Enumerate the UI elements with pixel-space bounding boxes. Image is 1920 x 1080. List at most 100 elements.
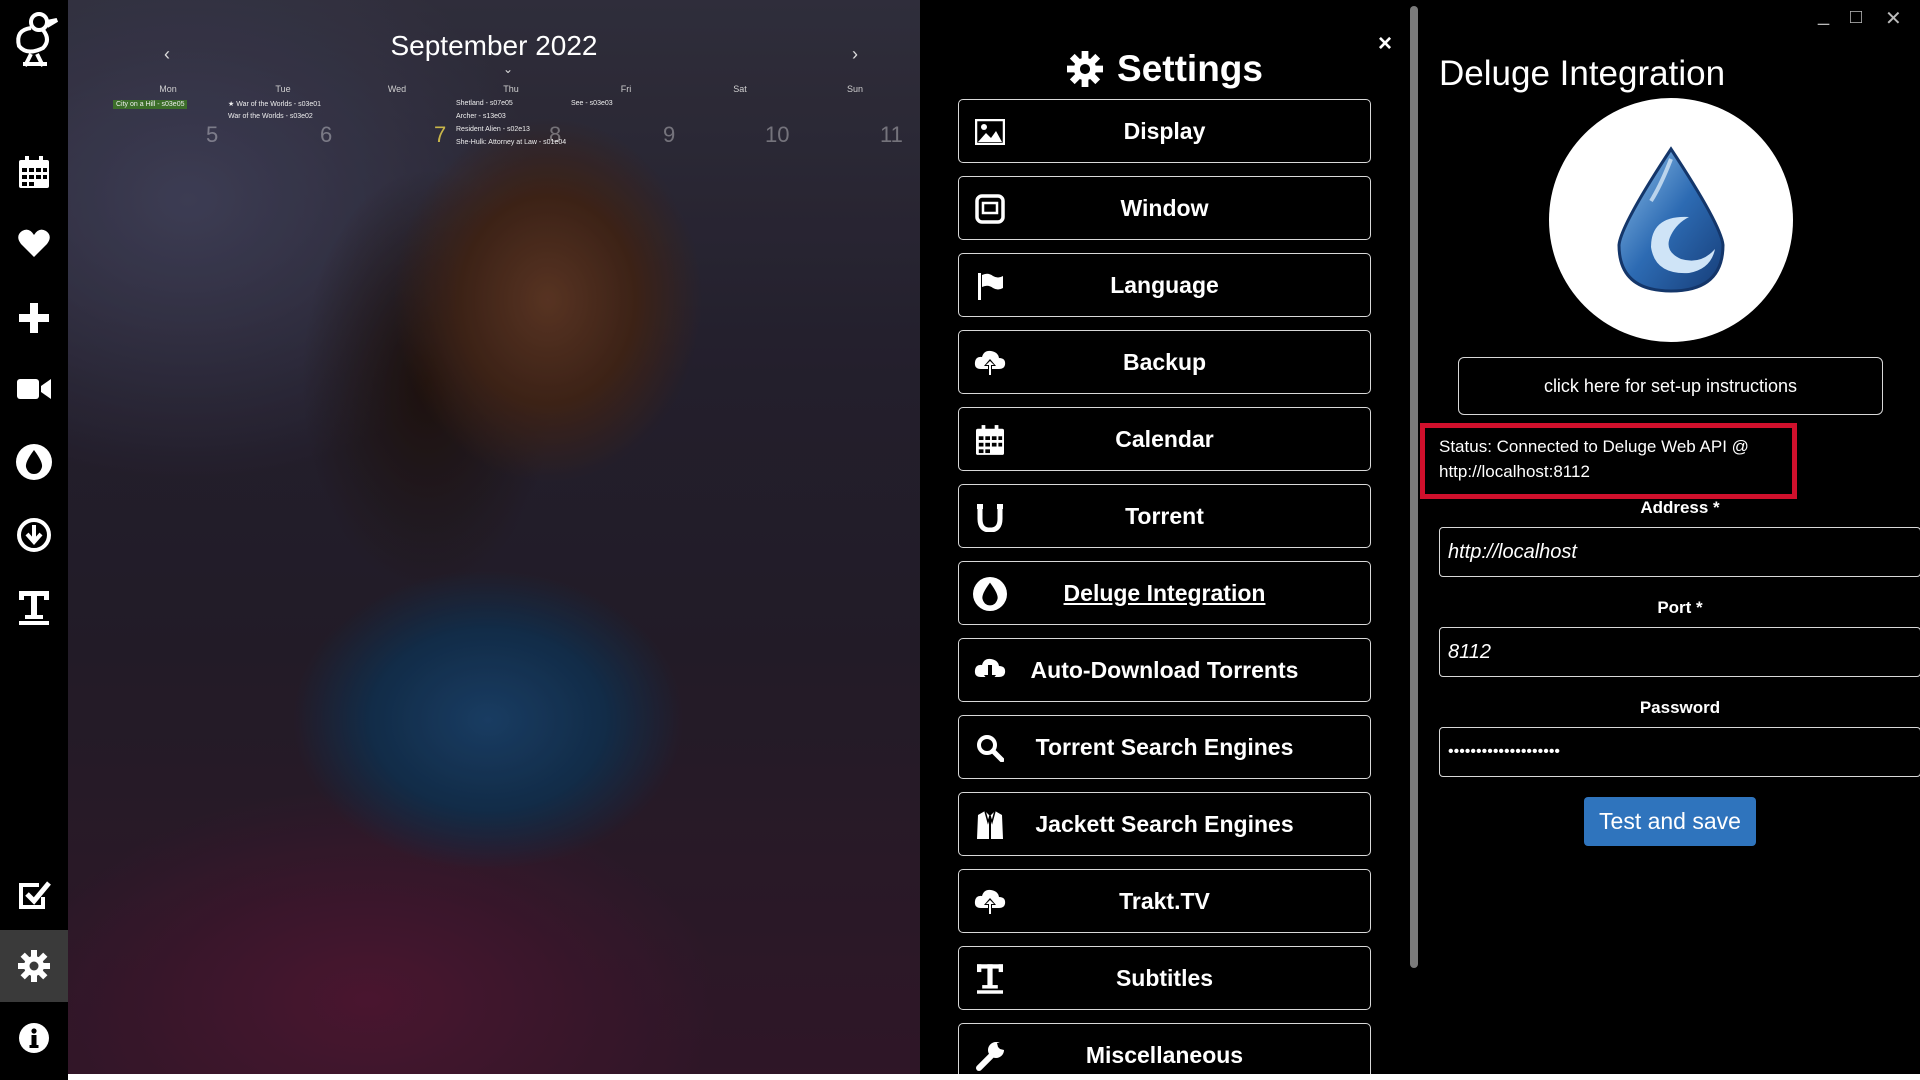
background-photo — [68, 0, 920, 1080]
weekday-label: Thu — [503, 84, 519, 94]
settings-item-label: Calendar — [1115, 425, 1214, 452]
settings-item-subtitles[interactable]: Subtitles — [958, 946, 1371, 1010]
sidebar-item-watchlist[interactable] — [0, 859, 68, 931]
sidebar-item-settings[interactable] — [0, 930, 68, 1002]
download-icon — [17, 518, 51, 552]
settings-item-trakt[interactable]: Trakt.TV — [958, 869, 1371, 933]
calendar-date: 10 — [765, 122, 790, 147]
settings-item-miscellaneous[interactable]: Miscellaneous — [958, 1023, 1371, 1080]
calendar-date: 11 — [880, 122, 903, 147]
calendar-next-button[interactable]: › — [852, 44, 858, 65]
settings-item-deluge-integration[interactable]: Deluge Integration — [958, 561, 1371, 625]
calendar-event[interactable]: City on a Hill - s03e05 — [113, 100, 188, 109]
test-and-save-button[interactable]: Test and save — [1584, 797, 1756, 846]
settings-item-backup[interactable]: Backup — [958, 330, 1371, 394]
sidebar-item-subtitles[interactable] — [0, 572, 68, 644]
weekday-label: Fri — [620, 84, 632, 94]
sidebar-item-downloads[interactable] — [0, 499, 68, 571]
app-logo[interactable] — [0, 2, 68, 74]
settings-item-label: Jackett Search Engines — [1035, 810, 1294, 837]
sidebar-item-about[interactable] — [0, 1002, 68, 1074]
calendar-event[interactable]: See - s03e03 — [571, 100, 613, 107]
weekday-label: Mon — [159, 84, 177, 94]
settings-item-torrent[interactable]: Torrent — [958, 484, 1371, 548]
left-sidebar — [0, 0, 68, 1080]
wrench-icon — [973, 1039, 1007, 1073]
window-icon — [973, 192, 1007, 226]
deluge-integration-panel: _ □ ✕ Deluge Integration click here for … — [1420, 0, 1920, 1080]
text-icon — [19, 591, 49, 625]
cloud-upload-icon — [973, 885, 1007, 919]
calendar-event[interactable]: War of the Worlds - s03e02 — [228, 113, 313, 120]
weekday-label: Tue — [275, 84, 291, 94]
settings-item-jackett-search[interactable]: Jackett Search Engines — [958, 792, 1371, 856]
settings-scrollbar-thumb[interactable] — [1410, 6, 1418, 968]
close-settings-button[interactable]: × — [1378, 30, 1392, 58]
settings-item-label: Display — [1123, 117, 1206, 144]
password-label: Password — [1639, 698, 1721, 717]
weekday-label: Wed — [387, 84, 407, 94]
deluge-drop-icon — [973, 577, 1007, 611]
settings-item-label: Trakt.TV — [1119, 887, 1210, 914]
settings-item-label: Backup — [1122, 348, 1207, 375]
calendar-date: 8 — [549, 122, 562, 147]
settings-item-label: Subtitles — [1115, 964, 1214, 991]
settings-item-language[interactable]: Language — [958, 253, 1371, 317]
sidebar-item-favorites[interactable] — [0, 207, 68, 279]
drop-icon — [16, 444, 52, 480]
cloud-upload-icon — [973, 346, 1007, 380]
settings-title: Settings — [920, 48, 1410, 90]
app-window: ‹ September 2022 › ⌄ Mon Tue Wed Thu Fri… — [0, 0, 1920, 1080]
address-input[interactable]: http://localhost — [1439, 527, 1920, 577]
flag-icon — [973, 269, 1007, 303]
maximize-button[interactable]: □ — [1850, 6, 1862, 29]
settings-item-torrent-search[interactable]: Torrent Search Engines — [958, 715, 1371, 779]
settings-item-label: Torrent Search Engines — [1035, 733, 1294, 760]
checkbox-icon — [19, 881, 51, 909]
gear-icon — [1067, 51, 1104, 87]
settings-item-label: Window — [1120, 194, 1209, 221]
close-window-button[interactable]: ✕ — [1885, 6, 1902, 31]
sidebar-item-calendar[interactable] — [0, 136, 68, 208]
calendar-month-dropdown-icon[interactable]: ⌄ — [503, 62, 513, 76]
video-camera-icon — [17, 379, 51, 399]
settings-item-label: Miscellaneous — [1085, 1041, 1244, 1068]
settings-title-label: Settings — [1117, 48, 1263, 89]
settings-item-window[interactable]: Window — [958, 176, 1371, 240]
minimize-button[interactable]: _ — [1818, 4, 1829, 27]
weekday-label: Sat — [733, 84, 747, 94]
gear-icon — [18, 950, 50, 982]
settings-item-calendar[interactable]: Calendar — [958, 407, 1371, 471]
port-label: Port * — [1657, 598, 1703, 617]
settings-scrollbar[interactable] — [1410, 0, 1420, 1080]
settings-item-display[interactable]: Display — [958, 99, 1371, 163]
settings-menu: Settings × Display Window Language Backu… — [920, 0, 1410, 1080]
calendar-date: 6 — [320, 122, 333, 147]
settings-item-label: Auto-Download Torrents — [1030, 656, 1299, 683]
deluge-logo — [1549, 98, 1793, 342]
settings-item-label: Torrent — [1125, 502, 1204, 529]
calendar-date: 5 — [206, 122, 219, 147]
settings-item-auto-download[interactable]: Auto-Download Torrents — [958, 638, 1371, 702]
sidebar-item-deluge[interactable] — [0, 426, 68, 498]
text-icon — [973, 962, 1007, 996]
photo-shade — [68, 0, 920, 1080]
calendar-icon — [973, 423, 1007, 457]
address-label: Address * — [1640, 498, 1720, 517]
search-icon — [973, 731, 1007, 765]
sidebar-item-add[interactable] — [0, 282, 68, 354]
cloud-download-icon — [973, 654, 1007, 688]
port-input[interactable]: 8112 — [1439, 627, 1920, 677]
calendar-event[interactable]: ★ War of the Worlds - s03e01 — [228, 100, 321, 108]
info-icon — [19, 1023, 49, 1053]
calendar-event[interactable]: Archer - s13e03 — [456, 113, 506, 120]
calendar-date: 9 — [663, 122, 676, 147]
calendar-event[interactable]: Resident Alien - s02e13 — [456, 126, 530, 133]
settings-item-label: Language — [1110, 271, 1219, 298]
calendar-event[interactable]: Shetland - s07e05 — [456, 100, 513, 107]
sidebar-item-videos[interactable] — [0, 353, 68, 425]
weekday-label: Sun — [846, 84, 863, 94]
password-input[interactable]: •••••••••••••••••••• — [1439, 727, 1920, 777]
settings-item-label: Deluge Integration — [1063, 579, 1266, 606]
setup-instructions-button[interactable]: click here for set-up instructions — [1458, 357, 1883, 415]
